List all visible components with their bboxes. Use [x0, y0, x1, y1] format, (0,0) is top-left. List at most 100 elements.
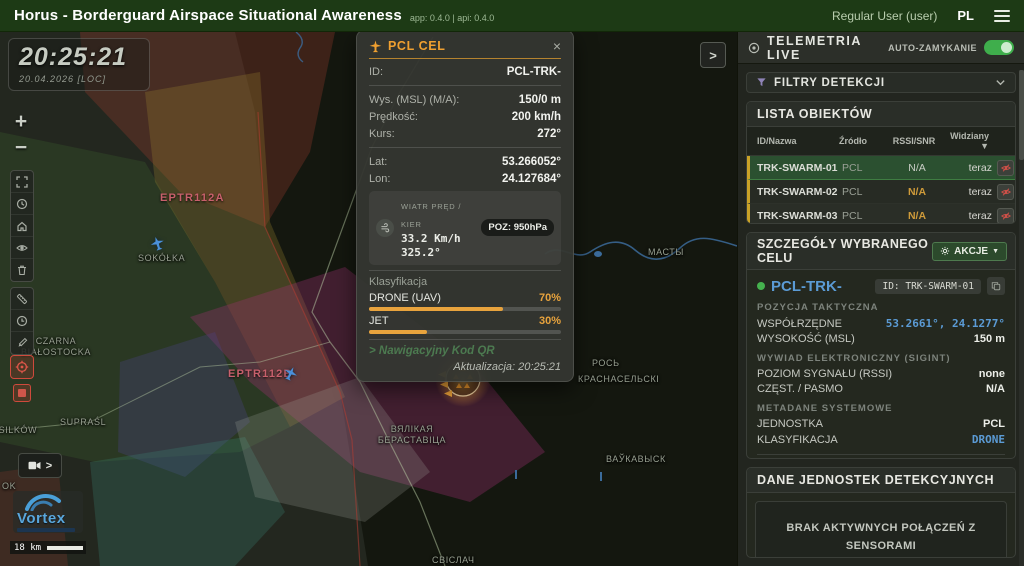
clock-icon: [22, 318, 24, 321]
classification-bar: [369, 307, 561, 311]
scale-bar: [47, 546, 83, 550]
course-label: Kurs:: [369, 128, 395, 140]
draw-button[interactable]: [11, 332, 33, 354]
zone-label-eptr112a: EPTR112A: [160, 192, 225, 204]
classification-name: DRONE (UAV): [369, 292, 441, 304]
history-button[interactable]: [11, 193, 33, 215]
clear-map-button[interactable]: [11, 259, 33, 281]
chevron-down-icon: [995, 77, 1006, 88]
timer-button[interactable]: [11, 310, 33, 332]
course-value: 272°: [537, 128, 561, 140]
target-callsign: PCL-TRK-: [771, 278, 869, 295]
qr-code-link[interactable]: > Nawigacyjny Kod QR: [369, 345, 561, 357]
lake-small-1: [515, 470, 517, 479]
lat-value: 53.266052°: [502, 156, 561, 168]
gear-icon: [940, 246, 950, 256]
table-row[interactable]: TRK-SWARM-02 PCL N/A teraz: [747, 180, 1015, 204]
city-label: ВЯЛІКАЯ БЕРАСТАВІЦА: [372, 424, 452, 447]
home-button[interactable]: [11, 215, 33, 237]
filters-label: FILTRY DETEKCJI: [774, 77, 988, 89]
lon-value: 24.127684°: [502, 173, 561, 185]
wind-label: WIATR PRĘD / KIER: [401, 202, 461, 229]
filter-icon: [756, 77, 767, 88]
clock-icon: [22, 201, 24, 205]
city-label: МАСТЫ: [648, 247, 684, 257]
copy-id-button[interactable]: [987, 277, 1005, 295]
clock-date: 20.04.2026 [LOC]: [19, 74, 139, 84]
sensors-title: DANE JEDNOSTEK DETEKCYJNYCH: [747, 468, 1015, 493]
sidebar-scrollbar[interactable]: [1019, 70, 1024, 566]
sidebar-collapse-button[interactable]: >: [700, 42, 726, 68]
filters-accordion[interactable]: FILTRY DETEKCJI: [746, 72, 1016, 93]
objects-panel: LISTA OBIEKTÓW ID/Nazwa Źródło RSSI/SNR …: [746, 101, 1016, 224]
target-tracking-button[interactable]: [10, 355, 34, 379]
classification-value: DRONE: [972, 433, 1005, 446]
section-label: POZYCJA TAKTYCZNA: [757, 302, 1005, 313]
close-icon[interactable]: ×: [553, 39, 561, 53]
vortex-arcs-icon: [17, 493, 63, 511]
eye-icon: [20, 246, 23, 249]
visibility-button[interactable]: [11, 237, 33, 259]
trash-icon: [18, 266, 26, 274]
zoom-out-button[interactable]: −: [10, 138, 32, 160]
table-row[interactable]: TRK-SWARM-01 PCL N/A teraz: [747, 156, 1015, 180]
hide-track-button[interactable]: [997, 184, 1014, 200]
vortex-tagline-bar: [17, 528, 75, 532]
alert-square-button[interactable]: [13, 384, 31, 402]
language-selector[interactable]: PL: [957, 8, 974, 23]
vortex-logo: Vortex: [13, 491, 83, 533]
col-source[interactable]: Źródło: [839, 136, 883, 146]
auto-close-toggle[interactable]: [984, 40, 1014, 55]
camera-feed-button[interactable]: >: [18, 453, 62, 478]
aircraft-marker-icon[interactable]: [283, 366, 298, 386]
measure-button[interactable]: [11, 288, 33, 310]
scrollbar-thumb[interactable]: [1019, 70, 1024, 160]
lon-label: Lon:: [369, 173, 390, 185]
wind-speed: 33.2 Km/h: [401, 232, 474, 246]
classification-name: JET: [369, 315, 389, 327]
camera-icon: [28, 460, 41, 471]
col-id[interactable]: ID/Nazwa: [747, 136, 839, 146]
eye-off-icon: [1001, 187, 1011, 197]
section-label: METADANE SYSTEMOWE: [757, 403, 1005, 414]
square-icon: [18, 389, 26, 397]
dropdown-arrow-icon: ▼: [992, 248, 999, 255]
city-label: ASILKÓW: [0, 425, 37, 435]
hamburger-menu-icon[interactable]: [994, 10, 1010, 22]
section-label: WYWIAD ELEKTRONICZNY (SIGINT): [757, 353, 1005, 364]
classification-label: Klasyfikacja: [369, 276, 561, 288]
lake: [594, 251, 602, 257]
wind-direction: 325.2°: [401, 246, 474, 260]
zoom-in-button[interactable]: +: [10, 112, 32, 134]
classification-pct: 70%: [539, 292, 561, 304]
map-toolbar-measure: [10, 287, 34, 355]
target-icon: [21, 366, 24, 369]
aircraft-marker-icon[interactable]: [150, 236, 165, 256]
col-rssi[interactable]: RSSI/SNR: [883, 136, 945, 146]
eye-off-icon: [1001, 163, 1011, 173]
telemetry-header: TELEMETRIA LIVE AUTO-ZAMYKANIE: [738, 32, 1024, 64]
fullscreen-icon: [17, 177, 27, 187]
home-icon: [18, 222, 26, 230]
vortex-wordmark: Vortex: [17, 510, 79, 527]
copy-icon: [991, 281, 1001, 291]
table-row[interactable]: TRK-SWARM-03 PCL N/A teraz: [747, 204, 1015, 224]
mission-clock: 20:25:21 20.04.2026 [LOC]: [8, 38, 150, 91]
target-popup: PCL CEL × ID: PCL-TRK- Wys. (MSL) (M/A):…: [356, 30, 574, 382]
details-title: SZCZEGÓŁY WYBRANEGO CELU: [757, 237, 932, 265]
actions-button[interactable]: AKCJE ▼: [932, 242, 1007, 261]
target-details-panel: SZCZEGÓŁY WYBRANEGO CELU AKCJE ▼ PCL-TRK…: [746, 232, 1016, 459]
coordinates-value: 53.2661°, 24.1277°: [886, 317, 1005, 330]
hide-track-button[interactable]: [997, 208, 1014, 224]
col-seen[interactable]: Widziany ▼: [945, 131, 989, 151]
sensors-panel: DANE JEDNOSTEK DETEKCYJNYCH BRAK AKTYWNY…: [746, 467, 1016, 558]
popup-updated: Aktualizacja: 20:25:21: [369, 361, 561, 373]
telemetry-sidebar: TELEMETRIA LIVE AUTO-ZAMYKANIE FILTRY DE…: [737, 32, 1024, 566]
user-menu[interactable]: Regular User (user): [832, 9, 937, 23]
id-label: ID:: [369, 66, 383, 78]
fullscreen-button[interactable]: [11, 171, 33, 193]
hide-track-button[interactable]: [997, 160, 1014, 176]
status-dot: [757, 282, 765, 290]
sensors-empty-message: BRAK AKTYWNYCH POŁĄCZEŃ Z SENSORAMI: [786, 522, 975, 552]
target-id-badge: ID: TRK-SWARM-01: [875, 279, 981, 294]
